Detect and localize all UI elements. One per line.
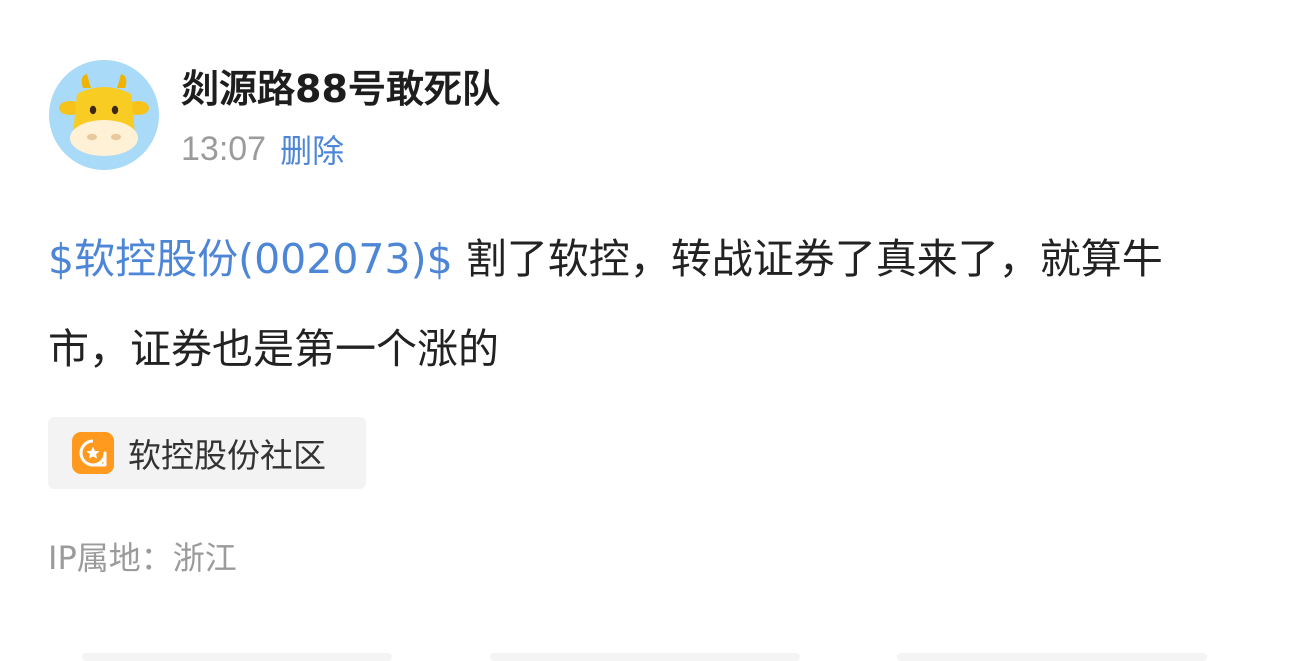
next-card-divider <box>897 653 1207 661</box>
next-card-divider <box>490 653 800 661</box>
community-star-icon <box>72 432 114 474</box>
post-meta: 13:07 删除 <box>181 126 344 172</box>
community-chip[interactable]: 软控股份社区 <box>48 417 366 489</box>
ip-location: IP属地：浙江 <box>48 539 237 577</box>
post-content: $软控股份(002073)$ 割了软控，转战证券了真来了，就算牛市，证券也是第一… <box>48 214 1228 394</box>
author-avatar[interactable] <box>49 60 159 170</box>
post-timestamp: 13:07 <box>181 129 267 168</box>
author-name[interactable]: 剡源路88号敢死队 <box>181 66 500 112</box>
cartoon-cow-avatar-icon <box>59 74 149 156</box>
next-card-divider <box>82 653 392 661</box>
stock-tag-link[interactable]: $软控股份(002073)$ <box>48 235 453 283</box>
community-label: 软控股份社区 <box>128 436 326 475</box>
delete-button[interactable]: 删除 <box>280 126 344 172</box>
